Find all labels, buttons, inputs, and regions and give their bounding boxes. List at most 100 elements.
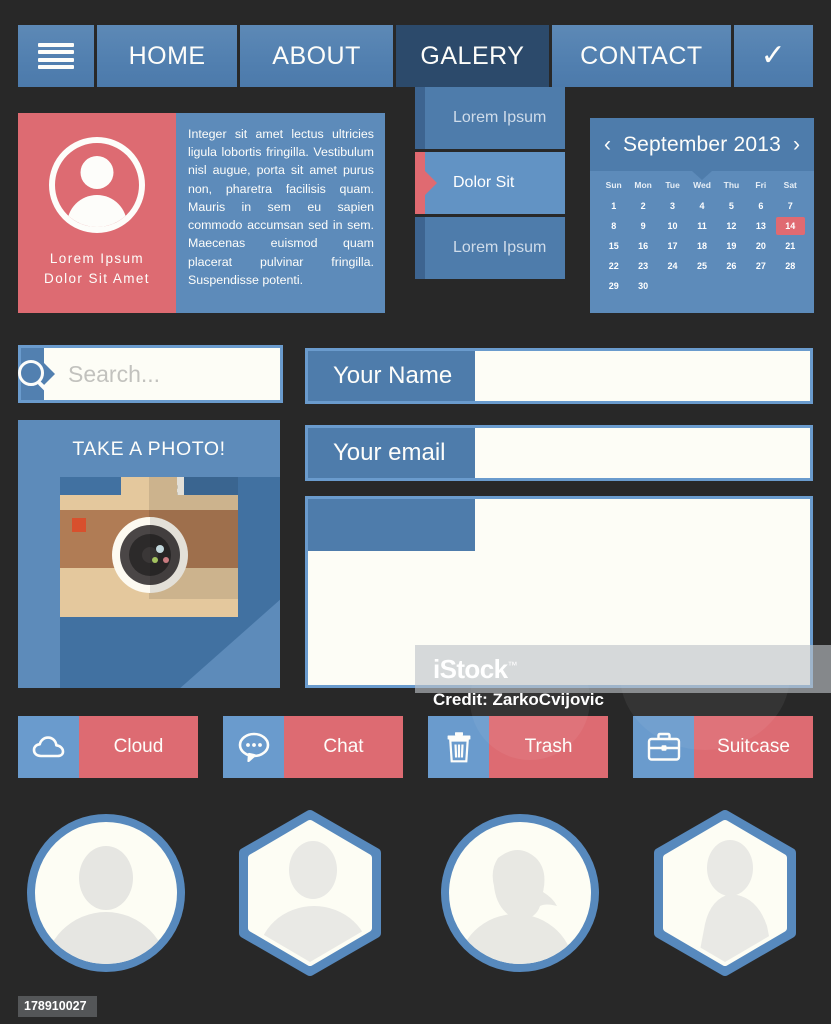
dropdown-item-dolor-sit[interactable]: Dolor Sit (415, 152, 565, 214)
calendar-day[interactable]: 15 (599, 237, 628, 255)
calendar-day[interactable]: 21 (776, 237, 805, 255)
photo-panel-title: TAKE A PHOTO! (72, 438, 226, 460)
watermark-credit: Credit: ZarkoCvijovic (433, 690, 604, 709)
menu-button[interactable] (18, 25, 97, 87)
calendar-day[interactable]: 22 (599, 257, 628, 275)
avatar-hexagon-1[interactable] (230, 806, 390, 981)
profile-body-text: Integer sit amet lectus ultricies ligula… (176, 113, 385, 313)
suitcase-button[interactable]: Suitcase (633, 716, 813, 778)
calendar-day[interactable]: 25 (687, 257, 716, 275)
calendar-day[interactable]: 28 (776, 257, 805, 275)
prev-month-button[interactable]: ‹ (592, 134, 623, 155)
nav-item-label: CONTACT (580, 41, 703, 70)
calendar-day-empty (776, 277, 805, 295)
calendar-day[interactable]: 5 (717, 197, 746, 215)
calendar-day[interactable]: 17 (658, 237, 687, 255)
calendar-day[interactable]: 13 (746, 217, 775, 235)
search-bar[interactable] (18, 345, 364, 403)
profile-name-line2: Dolor Sit Amet (44, 271, 150, 286)
avatar-hexagon-2[interactable] (645, 806, 805, 981)
dropdown-item-label: Lorem Ipsum (453, 109, 547, 126)
calendar-day[interactable]: 19 (717, 237, 746, 255)
take-a-photo-panel[interactable]: TAKE A PHOTO! (18, 420, 280, 688)
nav-item-home[interactable]: HOME (97, 25, 241, 87)
calendar-day[interactable]: 10 (658, 217, 687, 235)
calendar-weekday: Mon (634, 180, 652, 190)
nav-item-about[interactable]: ABOUT (240, 25, 396, 87)
hamburger-icon (38, 43, 74, 69)
nav-item-label: GALERY (420, 41, 525, 70)
next-month-button[interactable]: › (781, 134, 812, 155)
calendar-weekday: Thu (723, 180, 740, 190)
calendar-day[interactable]: 30 (628, 277, 657, 295)
calendar-day[interactable]: 18 (687, 237, 716, 255)
trash-button[interactable]: Trash (428, 716, 608, 778)
calendar-day[interactable]: 11 (687, 217, 716, 235)
calendar-weekday: Sun (605, 180, 622, 190)
calendar-weekday: Fri (755, 180, 767, 190)
calendar-day[interactable]: 12 (717, 217, 746, 235)
calendar-day[interactable]: 3 (658, 197, 687, 215)
calendar-day[interactable]: 24 (658, 257, 687, 275)
calendar-day-empty (717, 277, 746, 295)
trash-icon (428, 716, 489, 778)
nav-item-label: HOME (128, 41, 206, 70)
calendar-day-empty (746, 277, 775, 295)
dropdown-item-lorem-ipsum-2[interactable]: Lorem Ipsum (415, 217, 565, 279)
calendar-day[interactable]: 27 (746, 257, 775, 275)
profile-card-left: Lorem Ipsum Dolor Sit Amet (18, 113, 176, 313)
calendar-day[interactable]: 26 (717, 257, 746, 275)
trash-button-label: Trash (524, 736, 573, 757)
calendar-day[interactable]: 6 (746, 197, 775, 215)
calendar-day[interactable]: 8 (599, 217, 628, 235)
confirm-button[interactable]: ✓ (734, 25, 813, 87)
calendar-header: ‹ September 2013 › (590, 118, 814, 171)
icon-button-row: Cloud Chat Trash Suitcase (18, 716, 813, 778)
avatar-circle-2[interactable] (440, 806, 600, 981)
user-avatar-icon (49, 136, 145, 233)
avatar-row (0, 800, 831, 1010)
calendar-day[interactable]: 14 (775, 217, 805, 235)
dropdown-item-label: Dolor Sit (453, 174, 515, 191)
calendar-day[interactable]: 4 (687, 197, 716, 215)
calendar-day[interactable]: 16 (628, 237, 657, 255)
nav-item-contact[interactable]: CONTACT (551, 25, 734, 87)
chat-button[interactable]: Chat (223, 716, 403, 778)
your-email-input[interactable] (475, 428, 810, 478)
calendar-day[interactable]: 29 (599, 277, 628, 295)
message-field-row: Message (305, 496, 813, 688)
calendar-day-empty (687, 277, 716, 295)
your-email-field-row: Your email (305, 425, 813, 481)
search-button[interactable] (18, 348, 44, 400)
profile-name-line1: Lorem Ipsum (49, 250, 145, 266)
calendar-day[interactable]: 9 (628, 217, 657, 235)
calendar-day[interactable]: 2 (628, 197, 657, 215)
dropdown-item-lorem-ipsum-1[interactable]: Lorem Ipsum (415, 87, 565, 149)
your-email-label: Your email (308, 428, 475, 478)
calendar-day[interactable]: 20 (746, 237, 775, 255)
main-navbar: HOME ABOUT GALERY CONTACT ✓ (18, 25, 813, 87)
dropdown-item-label: Lorem Ipsum (453, 239, 547, 256)
check-icon: ✓ (760, 39, 787, 72)
calendar-weekday: Tue (665, 180, 680, 190)
nav-item-galery[interactable]: GALERY (396, 25, 552, 87)
suitcase-icon (633, 716, 694, 778)
calendar-day-empty (658, 277, 687, 295)
ui-kit-canvas: HOME ABOUT GALERY CONTACT ✓ Lorem Ipsum … (0, 0, 831, 1024)
nav-item-label: ABOUT (272, 41, 361, 70)
calendar-day[interactable]: 23 (628, 257, 657, 275)
chat-button-label: Chat (323, 736, 364, 757)
cloud-icon (18, 716, 79, 778)
camera-icon (60, 477, 280, 688)
suitcase-button-label: Suitcase (717, 736, 790, 757)
magnifier-icon (18, 359, 44, 386)
avatar-circle-1[interactable] (26, 806, 186, 981)
calendar-weekday: Sat (783, 180, 797, 190)
message-label: Message (308, 499, 475, 551)
calendar-title: September 2013 (622, 132, 782, 156)
calendar-day[interactable]: 1 (599, 197, 628, 215)
cloud-button[interactable]: Cloud (18, 716, 198, 778)
calendar-day[interactable]: 7 (776, 197, 805, 215)
your-name-input[interactable] (475, 351, 810, 401)
your-name-label: Your Name (308, 351, 475, 401)
